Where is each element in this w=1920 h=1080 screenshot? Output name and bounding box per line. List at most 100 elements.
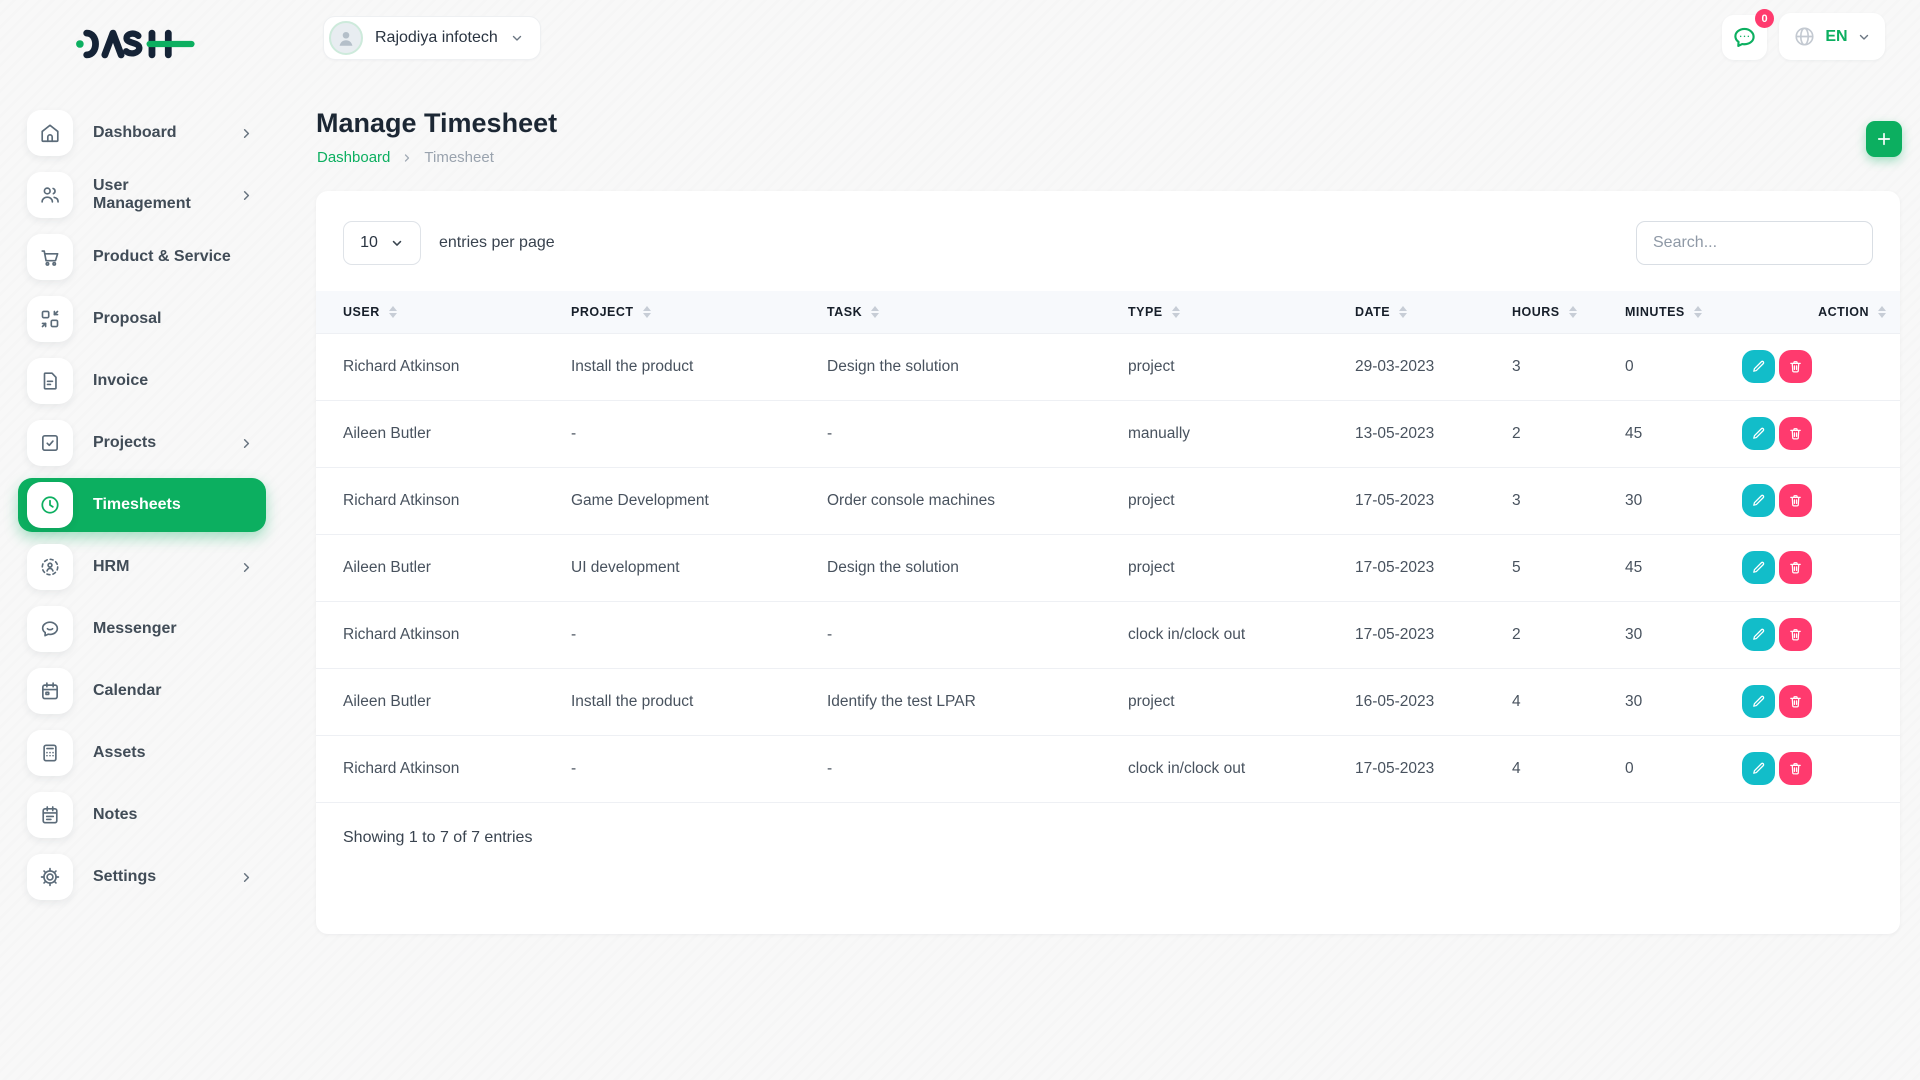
sidebar-item-settings[interactable]: Settings xyxy=(18,850,266,904)
cell-task: - xyxy=(827,601,1128,668)
chevron-down-icon xyxy=(510,31,524,45)
file-icon xyxy=(27,358,73,404)
sidebar-item-user-management[interactable]: User Management xyxy=(18,168,266,222)
sidebar-item-calendar[interactable]: Calendar xyxy=(18,664,266,718)
cell-project: Install the product xyxy=(571,668,827,735)
column-header-user[interactable]: USER xyxy=(316,291,571,333)
sort-icon xyxy=(1172,306,1180,318)
cell-hours: 2 xyxy=(1512,400,1625,467)
sidebar-item-invoice[interactable]: Invoice xyxy=(18,354,266,408)
sidebar-item-notes[interactable]: Notes xyxy=(18,788,266,842)
chevron-right-icon xyxy=(239,436,254,451)
cell-type: project xyxy=(1128,333,1355,400)
sidebar-item-label: Product & Service xyxy=(93,248,254,266)
cell-date: 17-05-2023 xyxy=(1355,601,1512,668)
sidebar-item-label: Notes xyxy=(93,806,254,824)
column-header-task[interactable]: TASK xyxy=(827,291,1128,333)
table-row: Aileen Butler - - manually 13-05-2023 2 … xyxy=(316,400,1900,467)
entries-per-page-value: 10 xyxy=(360,234,378,252)
cell-hours: 4 xyxy=(1512,668,1625,735)
trash-icon xyxy=(1788,627,1803,642)
chevron-right-icon xyxy=(239,188,254,203)
cell-minutes: 30 xyxy=(1625,467,1742,534)
cell-minutes: 45 xyxy=(1625,534,1742,601)
edit-button[interactable] xyxy=(1742,551,1775,584)
delete-button[interactable] xyxy=(1779,350,1812,383)
cell-user: Aileen Butler xyxy=(316,668,571,735)
table-row: Richard Atkinson Install the product Des… xyxy=(316,333,1900,400)
column-header-hours[interactable]: HOURS xyxy=(1512,291,1625,333)
cell-date: 29-03-2023 xyxy=(1355,333,1512,400)
table-row: Aileen Butler UI development Design the … xyxy=(316,534,1900,601)
edit-button[interactable] xyxy=(1742,618,1775,651)
cart-icon xyxy=(27,234,73,280)
users-icon xyxy=(27,172,73,218)
delete-button[interactable] xyxy=(1779,417,1812,450)
column-header-minutes[interactable]: MINUTES xyxy=(1625,291,1742,333)
edit-button[interactable] xyxy=(1742,417,1775,450)
sidebar-item-label: Messenger xyxy=(93,620,254,638)
column-header-project[interactable]: PROJECT xyxy=(571,291,827,333)
sort-icon xyxy=(1878,306,1886,318)
sidebar-item-label: Proposal xyxy=(93,310,254,328)
chevron-right-icon xyxy=(401,152,413,164)
pencil-icon xyxy=(1751,560,1766,575)
pencil-icon xyxy=(1751,761,1766,776)
app-screen: Rajodiya infotech 0 EN xyxy=(0,0,1920,1080)
cell-minutes: 30 xyxy=(1625,601,1742,668)
cell-hours: 5 xyxy=(1512,534,1625,601)
page-title: Manage Timesheet xyxy=(316,108,557,139)
cell-type: clock in/clock out xyxy=(1128,735,1355,802)
cell-date: 17-05-2023 xyxy=(1355,467,1512,534)
globe-icon xyxy=(1793,25,1816,48)
edit-button[interactable] xyxy=(1742,484,1775,517)
dash-logo xyxy=(74,24,210,69)
sidebar-item-label: HRM xyxy=(93,558,219,576)
column-header-type[interactable]: TYPE xyxy=(1128,291,1355,333)
sort-icon xyxy=(871,306,879,318)
search-input[interactable] xyxy=(1636,221,1873,265)
cell-project: - xyxy=(571,735,827,802)
cell-user: Richard Atkinson xyxy=(316,467,571,534)
chevron-down-icon xyxy=(1857,30,1871,44)
delete-button[interactable] xyxy=(1779,685,1812,718)
company-selector[interactable]: Rajodiya infotech xyxy=(323,16,541,60)
delete-button[interactable] xyxy=(1779,752,1812,785)
sort-icon xyxy=(1399,306,1407,318)
pencil-icon xyxy=(1751,359,1766,374)
sidebar-item-messenger[interactable]: Messenger xyxy=(18,602,266,656)
chat-bubble-icon xyxy=(27,606,73,652)
delete-button[interactable] xyxy=(1779,484,1812,517)
sidebar-item-hrm[interactable]: HRM xyxy=(18,540,266,594)
sidebar-item-projects[interactable]: Projects xyxy=(18,416,266,470)
chevron-right-icon xyxy=(239,126,254,141)
calendar-icon xyxy=(27,668,73,714)
messenger-button[interactable]: 0 xyxy=(1722,15,1767,60)
sidebar-item-label: Calendar xyxy=(93,682,254,700)
column-header-date[interactable]: DATE xyxy=(1355,291,1512,333)
entries-per-page-select[interactable]: 10 xyxy=(343,221,421,265)
sidebar-item-assets[interactable]: Assets xyxy=(18,726,266,780)
cell-minutes: 0 xyxy=(1625,735,1742,802)
cell-task: - xyxy=(827,735,1128,802)
add-timesheet-button[interactable] xyxy=(1866,121,1902,157)
edit-button[interactable] xyxy=(1742,752,1775,785)
pencil-icon xyxy=(1751,426,1766,441)
sidebar-item-timesheets[interactable]: Timesheets xyxy=(18,478,266,532)
delete-button[interactable] xyxy=(1779,618,1812,651)
edit-button[interactable] xyxy=(1742,685,1775,718)
sidebar-item-proposal[interactable]: Proposal xyxy=(18,292,266,346)
trash-icon xyxy=(1788,493,1803,508)
cell-hours: 3 xyxy=(1512,467,1625,534)
language-selector[interactable]: EN xyxy=(1779,13,1885,60)
timesheet-card: 10 entries per page USER PROJECT TASK TY… xyxy=(316,191,1900,934)
sidebar-item-dashboard[interactable]: Dashboard xyxy=(18,106,266,160)
cell-task: Identify the test LPAR xyxy=(827,668,1128,735)
delete-button[interactable] xyxy=(1779,551,1812,584)
edit-button[interactable] xyxy=(1742,350,1775,383)
breadcrumb-dashboard-link[interactable]: Dashboard xyxy=(317,149,390,166)
sidebar-item-product-service[interactable]: Product & Service xyxy=(18,230,266,284)
column-header-action[interactable]: ACTION xyxy=(1742,291,1900,333)
chevron-right-icon xyxy=(239,870,254,885)
timesheet-table: USER PROJECT TASK TYPE DATE HOURS MINUTE… xyxy=(316,291,1900,803)
